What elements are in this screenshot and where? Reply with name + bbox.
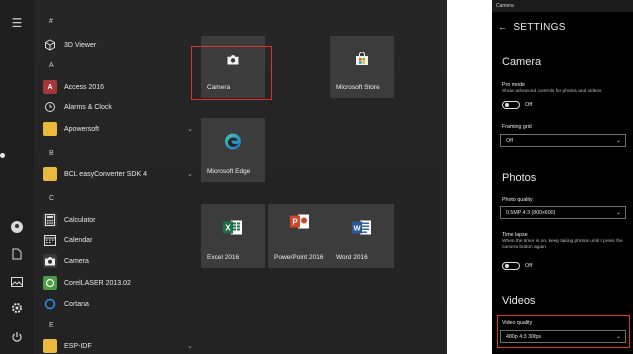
section-letter[interactable]: A xyxy=(49,62,54,69)
app-access[interactable]: A Access 2016 xyxy=(43,79,193,95)
framing-grid-value: Off xyxy=(506,138,513,144)
start-menu: ☰ # 3D Viewer A A Access 2016 Alarms & C… xyxy=(0,0,447,354)
store-icon xyxy=(355,51,369,70)
app-label: BCL easyConverter SDK 4 xyxy=(64,170,147,178)
photo-quality-label: Photo quality xyxy=(502,197,533,203)
app-label: Access 2016 xyxy=(64,83,105,91)
back-arrow-icon[interactable]: ← xyxy=(498,22,507,32)
app-alarms-clock[interactable]: Alarms & Clock xyxy=(43,99,193,115)
tile-word[interactable]: W Word 2016 xyxy=(330,204,394,268)
highlight-box xyxy=(191,46,272,100)
svg-text:W: W xyxy=(353,223,361,232)
app-label: CorelLASER 2013.02 xyxy=(64,279,131,287)
power-icon[interactable] xyxy=(8,330,26,348)
calendar-icon xyxy=(43,233,57,247)
app-corellaser[interactable]: CorelLASER 2013.02 xyxy=(43,275,193,291)
app-apowersoft[interactable]: Apowersoft ⌄ xyxy=(43,121,193,137)
camera-section-title: Camera xyxy=(502,56,542,68)
app-label: Calendar xyxy=(64,236,93,244)
corel-icon xyxy=(43,276,57,290)
time-lapse-label: Time lapse xyxy=(502,232,528,238)
access-icon: A xyxy=(43,80,57,94)
user-avatar-icon[interactable] xyxy=(8,220,26,238)
section-letter[interactable]: C xyxy=(49,195,54,202)
photos-section-title: Photos xyxy=(502,172,537,184)
svg-text:P: P xyxy=(292,218,298,227)
camera-icon xyxy=(43,254,57,268)
chevron-down-icon: ⌄ xyxy=(615,210,621,216)
pro-mode-label: Pro mode xyxy=(502,82,525,88)
pro-mode-description: Show advanced controls for photos and vi… xyxy=(502,89,602,94)
app-label: Apowersoft xyxy=(64,125,100,133)
excel-icon: X xyxy=(223,219,243,240)
svg-text:X: X xyxy=(225,223,231,232)
highlight-box xyxy=(497,315,630,348)
pictures-icon[interactable] xyxy=(8,274,26,292)
tile-label: PowerPoint 2016 xyxy=(274,254,324,261)
app-camera[interactable]: Camera xyxy=(43,253,193,269)
documents-icon[interactable] xyxy=(8,247,26,265)
tile-microsoft-store[interactable]: Microsoft Store xyxy=(330,36,394,98)
cortana-icon xyxy=(43,297,57,311)
time-lapse-description: When the timer is on, keep taking photos… xyxy=(502,239,623,251)
start-menu-rail: ☰ xyxy=(0,0,34,354)
app-esp-idf[interactable]: ESP-IDF ⌄ xyxy=(43,338,193,354)
app-calculator[interactable]: Calculator xyxy=(43,212,193,228)
tile-microsoft-edge[interactable]: Microsoft Edge xyxy=(201,118,265,182)
camera-settings-panel: Camera ← SETTINGS Camera Pro mode Show ad… xyxy=(492,0,633,354)
hamburger-menu-icon[interactable]: ☰ xyxy=(8,14,26,32)
app-calendar[interactable]: Calendar xyxy=(43,232,193,248)
calculator-icon xyxy=(43,213,57,227)
tile-powerpoint[interactable]: P PowerPoint 2016 xyxy=(268,204,332,268)
powerpoint-icon: P xyxy=(290,214,310,235)
section-letter[interactable]: B xyxy=(49,150,54,157)
settings-gear-icon[interactable] xyxy=(8,301,26,319)
app-bcl-easyconverter[interactable]: BCL easyConverter SDK 4 ⌄ xyxy=(43,166,193,182)
section-letter[interactable]: # xyxy=(49,18,53,25)
settings-title: SETTINGS xyxy=(513,22,566,33)
videos-section-title: Videos xyxy=(502,295,536,307)
chevron-down-icon[interactable]: ⌄ xyxy=(187,125,193,133)
pro-mode-toggle[interactable] xyxy=(502,101,520,109)
chevron-down-icon: ⌄ xyxy=(615,138,621,144)
cursor-dot xyxy=(0,153,5,158)
time-lapse-state: Off xyxy=(525,263,533,269)
section-letter[interactable]: E xyxy=(49,322,54,329)
chevron-down-icon[interactable]: ⌄ xyxy=(187,170,193,178)
tile-label: Word 2016 xyxy=(336,254,368,261)
framing-grid-select[interactable]: Off ⌄ xyxy=(500,134,626,147)
window-title: Camera xyxy=(492,0,633,12)
app-label: Calculator xyxy=(64,216,96,224)
folder-icon xyxy=(43,339,57,353)
app-label: ESP-IDF xyxy=(64,342,92,350)
tile-label: Microsoft Store xyxy=(336,84,380,91)
app-label: Cortana xyxy=(64,300,89,308)
app-label: 3D Viewer xyxy=(64,41,97,49)
app-cortana[interactable]: Cortana xyxy=(43,296,193,312)
edge-icon xyxy=(224,132,242,155)
word-icon: W xyxy=(352,219,372,240)
3d-viewer-icon xyxy=(43,38,57,52)
app-label: Camera xyxy=(64,257,89,265)
time-lapse-toggle[interactable] xyxy=(502,262,520,270)
framing-grid-label: Framing grid xyxy=(502,124,532,130)
settings-header: ← SETTINGS xyxy=(498,22,566,33)
chevron-down-icon[interactable]: ⌄ xyxy=(187,342,193,350)
app-label: Alarms & Clock xyxy=(64,103,112,111)
tile-label: Microsoft Edge xyxy=(207,168,251,175)
folder-icon xyxy=(43,167,57,181)
app-3d-viewer[interactable]: 3D Viewer xyxy=(43,37,193,53)
photo-quality-value: 0.5MP 4:3 (800x600) xyxy=(506,210,556,216)
app-list: # 3D Viewer A A Access 2016 Alarms & Clo… xyxy=(34,0,193,354)
pro-mode-state: Off xyxy=(525,102,533,108)
folder-icon xyxy=(43,122,57,136)
alarm-clock-icon xyxy=(43,100,57,114)
photo-quality-select[interactable]: 0.5MP 4:3 (800x600) ⌄ xyxy=(500,206,626,219)
tile-label: Excel 2016 xyxy=(207,254,240,261)
tile-excel[interactable]: X Excel 2016 xyxy=(201,204,265,268)
